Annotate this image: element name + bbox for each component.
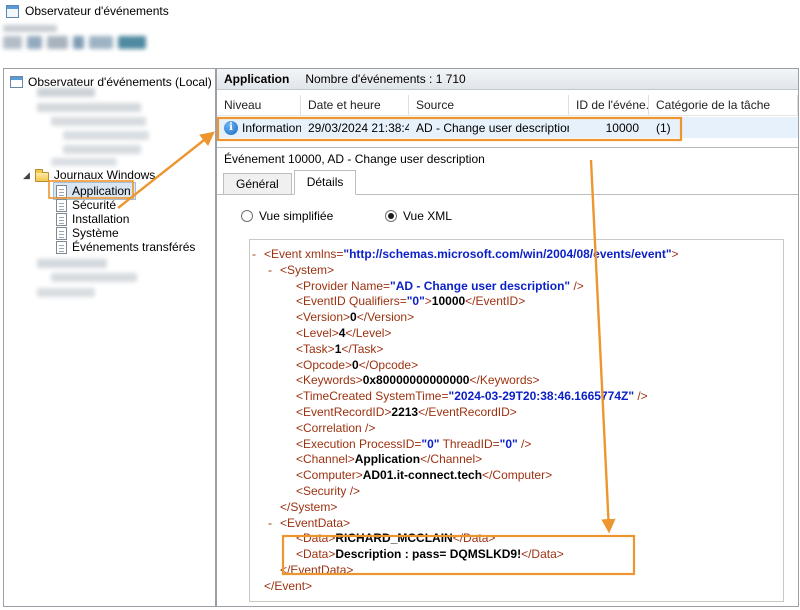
event-id-cell: 10000 — [569, 121, 649, 135]
tree-blurred-item — [63, 131, 149, 140]
tree-blurred-item — [37, 103, 141, 112]
tree-blurred-item — [37, 88, 95, 97]
column-header-niveau[interactable]: Niveau — [217, 95, 301, 115]
event-date-cell: 29/03/2024 21:38:46 — [301, 121, 409, 135]
events-count: Nombre d'événements : 1 710 — [305, 72, 465, 86]
xml-line: <Security /> — [250, 484, 783, 500]
column-header-category[interactable]: Catégorie de la tâche — [649, 95, 798, 115]
tree-node-label: Sécurité — [72, 198, 116, 212]
xml-line: <Computer>AD01.it-connect.tech</Computer… — [250, 468, 783, 484]
information-icon — [224, 121, 238, 135]
events-table-header: Niveau Date et heure Source ID de l'évén… — [217, 95, 798, 116]
radio-label-simplified: Vue simplifiée — [259, 209, 333, 223]
event-viewer-app-icon — [6, 5, 19, 18]
tree-node-label: Système — [72, 226, 119, 240]
tree-blurred-item — [51, 117, 146, 126]
xml-line: <Execution ProcessID="0" ThreadID="0" /> — [250, 437, 783, 453]
window-title: Observateur d'événements — [25, 4, 169, 18]
xml-view: -<Event xmlns="http://schemas.microsoft.… — [249, 239, 784, 602]
column-header-event-id[interactable]: ID de l'événe... — [569, 95, 649, 115]
expander-icon[interactable]: ◢ — [23, 170, 30, 180]
event-level-cell: Information — [217, 121, 301, 135]
tree-node-label: Installation — [72, 212, 129, 226]
log-name-title: Application — [224, 72, 289, 86]
xml-line: <TimeCreated SystemTime="2024-03-29T20:3… — [250, 389, 783, 405]
log-icon — [56, 213, 67, 226]
xml-line: <Data>Description : pass= DQMSLKD9!</Dat… — [250, 547, 783, 563]
xml-line: <Data>RICHARD_MCCLAIN</Data> — [250, 531, 783, 547]
event-preview-title: Événement 10000, AD - Change user descri… — [217, 147, 798, 170]
details-tab-content: Vue simplifiée Vue XML -<Event xmlns="ht… — [217, 195, 798, 606]
xml-line: <Provider Name="AD - Change user descrip… — [250, 279, 783, 295]
tree-node-label: Application — [72, 184, 131, 198]
radio-xml-view[interactable]: Vue XML — [385, 209, 452, 223]
xml-line: <Task>1</Task> — [250, 342, 783, 358]
xml-line: <EventRecordID>2213</EventRecordID> — [250, 405, 783, 421]
tree-blurred-item — [37, 259, 107, 268]
radio-label-xml: Vue XML — [403, 209, 452, 223]
xml-line: -<EventData> — [250, 516, 783, 532]
radio-circle-simplified[interactable] — [241, 210, 253, 222]
menubar-blurred — [3, 25, 57, 32]
tab-general[interactable]: Général — [223, 173, 292, 195]
xml-line: <Channel>Application</Channel> — [250, 452, 783, 468]
log-icon — [56, 185, 67, 198]
xml-line: </System> — [250, 500, 783, 516]
log-icon — [56, 227, 67, 240]
tree-blurred-item — [37, 288, 95, 297]
tree-node-evenements-transferes[interactable]: Événements transférés — [54, 239, 199, 255]
xml-line: </Event> — [250, 579, 783, 595]
xml-line: <Level>4</Level> — [250, 326, 783, 342]
xml-line: <Correlation /> — [250, 421, 783, 437]
event-viewer-window: Observateur d'événements Observateur d'é… — [0, 0, 800, 610]
column-header-date[interactable]: Date et heure — [301, 95, 409, 115]
tree-node-label: Journaux Windows — [54, 168, 155, 182]
console-tree-panel: Observateur d'événements (Local) ◢ Journ… — [3, 68, 216, 607]
xml-line: </EventData> — [250, 563, 783, 579]
xml-line: -<System> — [250, 263, 783, 279]
xml-line: <Keywords>0x80000000000000</Keywords> — [250, 373, 783, 389]
radio-circle-xml[interactable] — [385, 210, 397, 222]
radio-simplified-view[interactable]: Vue simplifiée — [241, 209, 333, 223]
column-header-source[interactable]: Source — [409, 95, 569, 115]
log-icon — [56, 199, 67, 212]
console-root-icon — [10, 76, 23, 88]
events-pane: Application Nombre d'événements : 1 710 … — [216, 68, 799, 607]
toolbar-blurred — [3, 36, 146, 49]
events-pane-header: Application Nombre d'événements : 1 710 — [217, 69, 798, 90]
event-source-cell: AD - Change user description — [409, 121, 569, 135]
tree-blurred-item — [51, 158, 117, 166]
tab-details[interactable]: Détails — [294, 170, 357, 195]
window-titlebar: Observateur d'événements — [0, 0, 800, 22]
xml-line: -<Event xmlns="http://schemas.microsoft.… — [250, 247, 783, 263]
xml-line: <Opcode>0</Opcode> — [250, 358, 783, 374]
folder-icon — [35, 172, 49, 182]
details-tabs: Général Détails — [217, 169, 798, 195]
tree-blurred-item — [63, 145, 141, 154]
xml-line: <EventID Qualifiers="0">10000</EventID> — [250, 294, 783, 310]
event-category-cell: (1) — [649, 121, 798, 135]
event-row[interactable]: Information 29/03/2024 21:38:46 AD - Cha… — [217, 117, 798, 138]
log-icon — [56, 241, 67, 254]
tree-node-journaux-windows[interactable]: ◢ Journaux Windows — [23, 167, 155, 183]
tree-node-label: Événements transférés — [72, 240, 195, 254]
tree-blurred-item — [51, 273, 137, 282]
xml-line: <Version>0</Version> — [250, 310, 783, 326]
tree-root-label: Observateur d'événements (Local) — [28, 75, 212, 89]
